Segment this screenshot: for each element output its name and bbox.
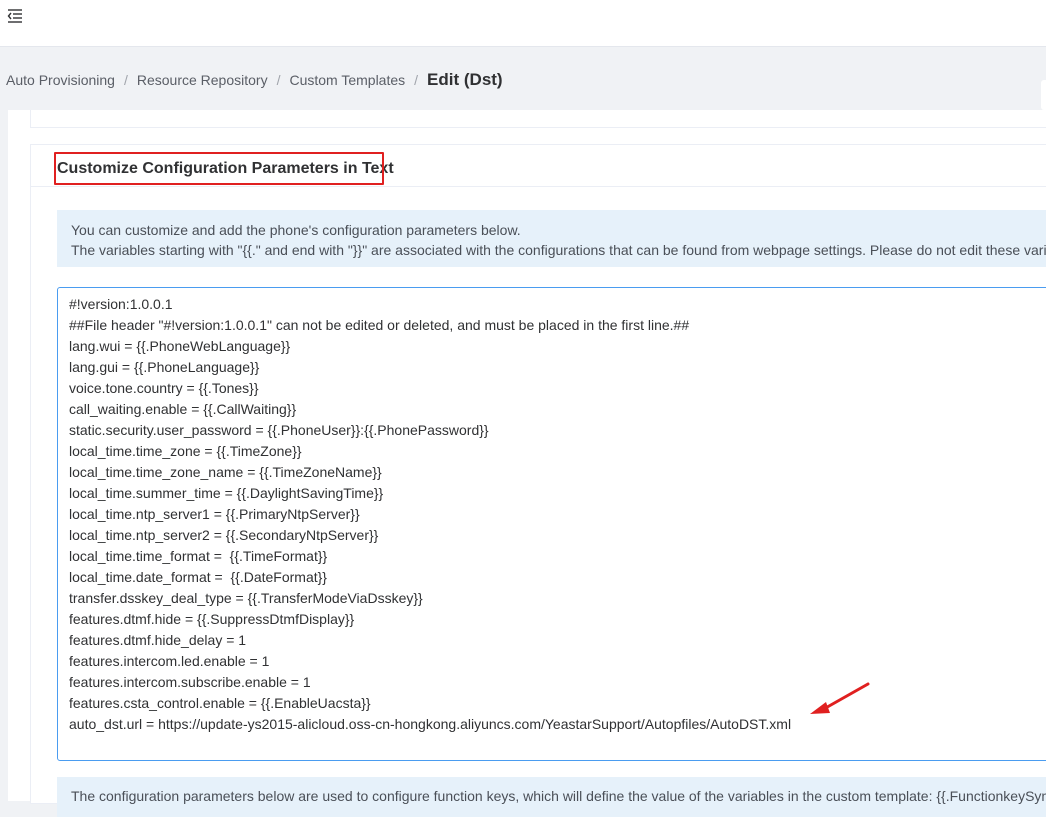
- side-panel-handle[interactable]: [1041, 80, 1046, 110]
- editor-line: local_time.ntp_server1 = {{.PrimaryNtpSe…: [69, 506, 360, 522]
- editor-line: ... . . {{. ... .. .}}: [69, 756, 1039, 760]
- top-bar: [0, 0, 1046, 47]
- info-notice: You can customize and add the phone's co…: [57, 210, 1046, 267]
- editor-line: local_time.time_zone = {{.TimeZone}}: [69, 443, 302, 459]
- breadcrumb-separator: /: [414, 72, 419, 88]
- function-keys-notice-text: The configuration parameters below are u…: [71, 788, 1046, 804]
- breadcrumb-separator: /: [123, 72, 128, 88]
- editor-line: features.dtmf.hide = {{.SuppressDtmfDisp…: [69, 611, 355, 627]
- card-header: Customize Configuration Parameters in Te…: [31, 145, 1046, 187]
- editor-line: features.intercom.led.enable = 1: [69, 653, 270, 669]
- editor-line: lang.wui = {{.PhoneWebLanguage}}: [69, 338, 291, 354]
- editor-line: local_time.date_format = {{.DateFormat}}: [69, 569, 327, 585]
- info-line-2: The variables starting with "{{." and en…: [71, 242, 1046, 258]
- editor-line: call_waiting.enable = {{.CallWaiting}}: [69, 401, 297, 417]
- editor-line: ##File header "#!version:1.0.0.1" can no…: [69, 317, 690, 333]
- editor-line: local_time.time_format = {{.TimeFormat}}: [69, 548, 328, 564]
- editor-line: lang.gui = {{.PhoneLanguage}}: [69, 359, 260, 375]
- previous-card: [30, 110, 1046, 128]
- editor-line: local_time.summer_time = {{.DaylightSavi…: [69, 485, 384, 501]
- info-line-1: You can customize and add the phone's co…: [71, 222, 521, 238]
- editor-line: local_time.time_zone_name = {{.TimeZoneN…: [69, 464, 382, 480]
- breadcrumb-auto-provisioning[interactable]: Auto Provisioning: [6, 72, 115, 88]
- editor-line: local_time.ntp_server2 = {{.SecondaryNtp…: [69, 527, 379, 543]
- config-text-editor[interactable]: #!version:1.0.0.1 ##File header "#!versio…: [57, 287, 1046, 761]
- editor-line: transfer.dsskey_deal_type = {{.TransferM…: [69, 590, 423, 606]
- breadcrumb-separator: /: [276, 72, 281, 88]
- title-highlight-box: [54, 152, 384, 185]
- editor-line: features.csta_control.enable = {{.Enable…: [69, 695, 371, 711]
- editor-line: voice.tone.country = {{.Tones}}: [69, 380, 259, 396]
- page-title: Edit (Dst): [427, 70, 503, 89]
- breadcrumb: Auto Provisioning / Resource Repository …: [6, 70, 503, 90]
- breadcrumb-bar: Auto Provisioning / Resource Repository …: [0, 48, 1046, 110]
- main-content: Customize Configuration Parameters in Te…: [8, 110, 1046, 817]
- editor-line: static.security.user_password = {{.Phone…: [69, 422, 489, 438]
- breadcrumb-custom-templates[interactable]: Custom Templates: [289, 72, 405, 88]
- editor-line: auto_dst.url = https://update-ys2015-ali…: [69, 716, 792, 732]
- editor-line: features.intercom.subscribe.enable = 1: [69, 674, 311, 690]
- editor-line: #!version:1.0.0.1: [69, 296, 173, 312]
- function-keys-notice: The configuration parameters below are u…: [57, 777, 1046, 817]
- editor-line: features.dtmf.hide_delay = 1: [69, 632, 247, 648]
- config-text-card: Customize Configuration Parameters in Te…: [30, 144, 1046, 817]
- breadcrumb-resource-repository[interactable]: Resource Repository: [137, 72, 268, 88]
- menu-collapse-icon[interactable]: [6, 7, 24, 25]
